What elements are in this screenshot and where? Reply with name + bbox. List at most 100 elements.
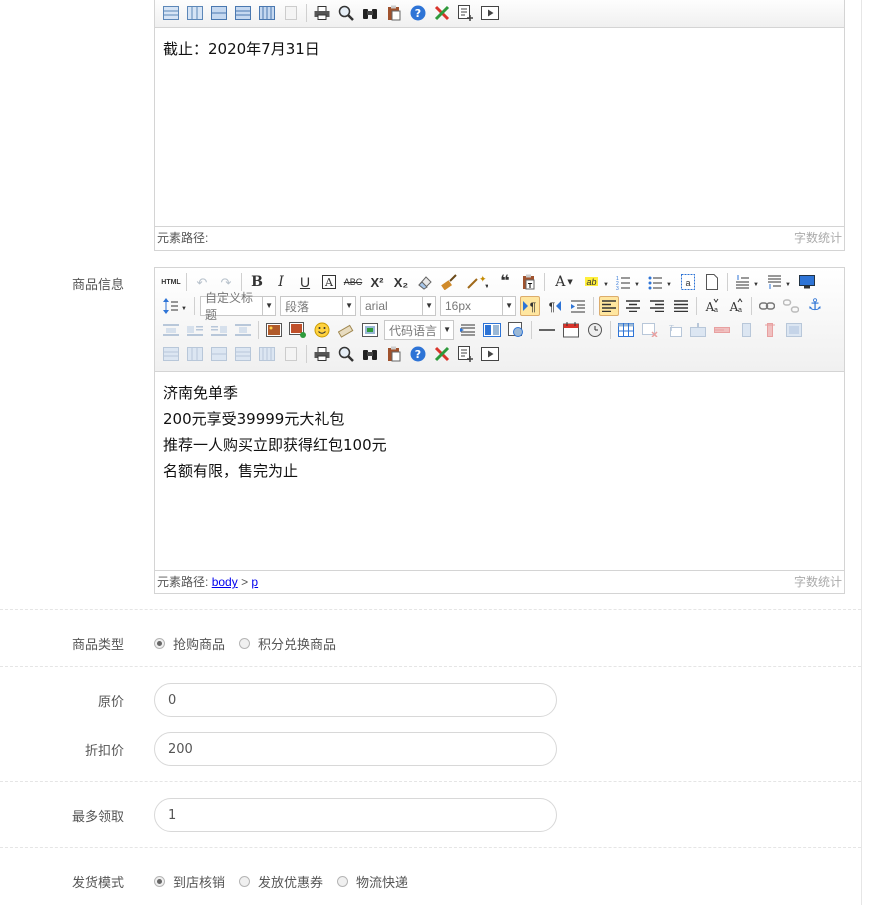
align-right-icon[interactable] [647, 296, 667, 316]
clear-icon[interactable] [432, 3, 452, 23]
format-painter-icon[interactable] [439, 272, 459, 292]
delivery-coupon-radio[interactable]: 发放优惠券 [239, 872, 323, 891]
image-center-icon[interactable] [233, 320, 253, 340]
insert-video-icon[interactable] [360, 320, 380, 340]
background-icon[interactable] [506, 320, 526, 340]
auto-typeset-icon[interactable]: ✦ ▼ [463, 272, 491, 292]
print-icon[interactable] [312, 3, 332, 23]
ltr-direction-icon[interactable]: ¶ [520, 296, 540, 316]
unordered-list-icon[interactable]: ▼ [646, 272, 674, 292]
max-claim-input[interactable]: 1 [154, 798, 557, 832]
radio-dot[interactable] [154, 876, 165, 887]
align-center-icon[interactable] [623, 296, 643, 316]
date-icon[interactable] [561, 320, 581, 340]
font-family-select[interactable]: arial ▼ [360, 296, 436, 316]
custom-heading-select[interactable]: 自定义标题 ▼ [200, 291, 276, 322]
highlight-color-icon[interactable]: ab ▼ [582, 272, 610, 292]
delete-row-icon[interactable] [712, 320, 732, 340]
video-icon[interactable] [480, 344, 500, 364]
template-layout-icon[interactable] [482, 320, 502, 340]
table-insert-col-icon[interactable] [185, 3, 205, 23]
help-icon[interactable]: ? [408, 3, 428, 23]
select-all-icon[interactable]: a [678, 272, 698, 292]
delete-col-icon[interactable] [760, 320, 780, 340]
table-insert-row-icon[interactable] [161, 344, 181, 364]
image-none-icon[interactable] [161, 320, 181, 340]
preview-icon[interactable] [336, 3, 356, 23]
help-icon[interactable]: ? [408, 344, 428, 364]
unlink-icon[interactable] [781, 296, 801, 316]
superscript-icon[interactable]: X² [367, 272, 387, 292]
emotion-icon[interactable] [312, 320, 332, 340]
font-color-icon[interactable]: A ▼ [550, 272, 578, 292]
table-insert-row-icon[interactable] [161, 3, 181, 23]
link-icon[interactable] [757, 296, 777, 316]
editor-content[interactable]: 济南免单季 200元享受39999元大礼包 推荐一人购买立即获得红包100元 名… [155, 372, 844, 570]
search-replace-icon[interactable] [360, 3, 380, 23]
insert-col-icon[interactable] [736, 320, 756, 340]
html-source-button[interactable]: HTML [161, 272, 181, 292]
strikethrough-icon[interactable]: ABC [343, 272, 363, 292]
delivery-store-radio[interactable]: 到店核销 [154, 872, 225, 891]
lowercase-icon[interactable]: Aa [726, 296, 746, 316]
image-left-icon[interactable] [185, 320, 205, 340]
page-break-insert-icon[interactable] [458, 320, 478, 340]
rtl-direction-icon[interactable]: ¶ [544, 296, 564, 316]
paste-icon[interactable] [384, 344, 404, 364]
paragraph-select[interactable]: 段落 ▼ [280, 296, 356, 316]
row-spacing-top-icon[interactable]: ▼ [733, 272, 761, 292]
blockquote-icon[interactable]: ❝ [495, 272, 515, 292]
table-merge-right-icon[interactable] [233, 344, 253, 364]
insert-table-icon[interactable] [616, 320, 636, 340]
table-split-icon[interactable] [257, 3, 277, 23]
path-body-link[interactable]: body [212, 575, 238, 589]
radio-dot[interactable] [239, 876, 251, 887]
fullscreen-icon[interactable] [797, 272, 817, 292]
simple-upload-icon[interactable] [264, 320, 284, 340]
page-break-icon[interactable] [281, 344, 301, 364]
horizontal-rule-icon[interactable] [537, 320, 557, 340]
row-spacing-bottom-icon[interactable]: ▼ [765, 272, 793, 292]
insert-para-before-table-icon[interactable]: T [664, 320, 684, 340]
search-replace-icon[interactable] [360, 344, 380, 364]
line-height-icon[interactable]: ▼ [161, 296, 189, 316]
time-icon[interactable] [585, 320, 605, 340]
paste-plain-icon[interactable]: T [519, 272, 539, 292]
table-split-icon[interactable] [257, 344, 277, 364]
ordered-list-icon[interactable]: 1 2 3 ▼ [614, 272, 642, 292]
goods-type-points-radio[interactable]: 积分兑换商品 [239, 634, 336, 653]
discount-price-input[interactable]: 200 [154, 732, 557, 766]
delete-table-icon[interactable] [640, 320, 660, 340]
underline-icon[interactable]: U [295, 272, 315, 292]
remove-format-icon[interactable] [415, 272, 435, 292]
image-right-icon[interactable] [209, 320, 229, 340]
anchor-icon[interactable]: ⚓ [805, 296, 825, 316]
table-merge-icon[interactable] [209, 3, 229, 23]
code-language-select[interactable]: 代码语言 ▼ [384, 320, 454, 340]
table-merge-icon[interactable] [209, 344, 229, 364]
original-price-input[interactable]: 0 [154, 683, 557, 717]
table-insert-col-icon[interactable] [185, 344, 205, 364]
uppercase-icon[interactable]: Aa [702, 296, 722, 316]
font-size-select[interactable]: 16px ▼ [440, 296, 516, 316]
editor-content[interactable]: 截止：2020年7月31日 [155, 28, 844, 226]
clear-doc-icon[interactable] [702, 272, 722, 292]
insert-row-icon[interactable] [688, 320, 708, 340]
template-icon[interactable] [456, 344, 476, 364]
print-icon[interactable] [312, 344, 332, 364]
table-merge-right-icon[interactable] [233, 3, 253, 23]
path-p-link[interactable]: p [251, 575, 258, 589]
radio-dot[interactable] [337, 876, 349, 887]
preview-icon[interactable] [336, 344, 356, 364]
paste-icon[interactable] [384, 3, 404, 23]
goods-type-flash-sale-radio[interactable]: 抢购商品 [154, 634, 225, 653]
italic-icon[interactable]: I [271, 272, 291, 292]
scrawl-icon[interactable] [336, 320, 356, 340]
merge-cells-icon[interactable] [784, 320, 804, 340]
clear-icon[interactable] [432, 344, 452, 364]
radio-dot[interactable] [154, 638, 165, 649]
delivery-express-radio[interactable]: 物流快递 [337, 872, 408, 891]
radio-dot[interactable] [239, 638, 251, 649]
align-left-icon[interactable] [599, 296, 619, 316]
insert-image-icon[interactable] [288, 320, 308, 340]
